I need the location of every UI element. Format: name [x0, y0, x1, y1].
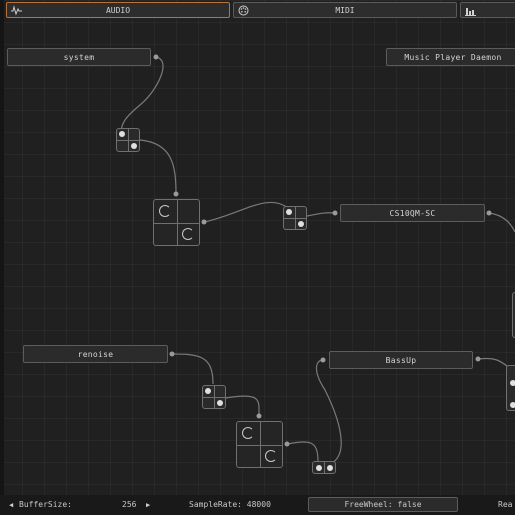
port-dot: [173, 191, 179, 197]
offscreen-node-2[interactable]: [506, 365, 515, 411]
gain-knob-icon[interactable]: [242, 427, 254, 439]
wire-renoise-to-splitter[interactable]: [171, 353, 214, 385]
client-bassup[interactable]: BassUp: [329, 351, 473, 369]
freewheel-button[interactable]: FreeWheel: false: [308, 497, 458, 512]
volume-mixer-node-2[interactable]: [236, 421, 283, 468]
port-out[interactable]: [217, 400, 223, 406]
client-cs10qm-sc[interactable]: CS10QM-SC: [340, 204, 485, 222]
freewheel-label: FreeWheel: false: [344, 500, 422, 509]
buffer-size-label: BufferSize:: [19, 500, 72, 509]
wire-merger-to-cs10qm[interactable]: [306, 212, 336, 217]
port-in[interactable]: [316, 465, 322, 471]
volume-mixer-node[interactable]: [153, 199, 200, 246]
port-dot: [153, 54, 159, 60]
divider: [259, 422, 261, 467]
client-bassup-label: BassUp: [385, 355, 417, 365]
gain-knob-icon[interactable]: [265, 450, 277, 462]
port-in[interactable]: [119, 131, 125, 137]
port-out[interactable]: [327, 465, 333, 471]
tab-graph[interactable]: [460, 2, 515, 18]
wire-system-to-splitter[interactable]: [120, 56, 164, 134]
wire-splitter-to-mixer1[interactable]: [139, 139, 177, 195]
tab-audio-label: AUDIO: [105, 5, 131, 15]
samplerate-label: SampleRate: 48000: [189, 500, 271, 509]
wire-mixer2-to-merger2[interactable]: [286, 441, 319, 463]
status-bar: ◀ BufferSize: 256 ▶ SampleRate: 48000 Fr…: [0, 495, 515, 515]
port-out[interactable]: [298, 221, 304, 227]
port-dot: [475, 356, 481, 362]
client-renoise-label: renoise: [77, 349, 114, 359]
buffer-size-value: 256: [122, 500, 137, 509]
wire-splitter2-to-mixer2[interactable]: [224, 395, 260, 417]
port-in[interactable]: [286, 209, 292, 215]
divider: [176, 200, 178, 245]
gain-knob-icon[interactable]: [159, 205, 171, 217]
buffer-increase-icon[interactable]: ▶: [146, 501, 150, 509]
port-dot: [256, 413, 262, 419]
waveform-icon: [11, 5, 22, 16]
port-dot: [201, 219, 207, 225]
client-system[interactable]: system: [7, 48, 151, 66]
port-dot: [332, 210, 338, 216]
buffer-decrease-icon[interactable]: ◀: [9, 501, 13, 509]
bar-chart-icon: [465, 8, 476, 16]
midi-connector-icon: [238, 5, 249, 16]
tab-audio[interactable]: AUDIO: [6, 2, 230, 18]
port-dot: [320, 357, 326, 363]
port[interactable]: [510, 380, 515, 386]
channel-splitter-node[interactable]: [116, 128, 140, 152]
wire-cs10qm-out[interactable]: [488, 212, 515, 233]
client-renoise[interactable]: renoise: [23, 345, 168, 363]
wire-merger2-to-bassup[interactable]: [315, 359, 342, 465]
patchbay-app: AUDIO MIDI system Music Player Daemon CS…: [0, 0, 515, 515]
client-mpd-label: Music Player Daemon: [404, 52, 502, 62]
tab-midi-label: MIDI: [335, 5, 355, 15]
client-system-label: system: [63, 52, 95, 62]
client-cs10qm-label: CS10QM-SC: [389, 208, 436, 218]
channel-splitter-node-2[interactable]: [202, 385, 226, 409]
wire-mixer1-to-merger[interactable]: [203, 201, 291, 223]
port-dot: [284, 441, 290, 447]
port-in[interactable]: [205, 388, 211, 394]
tab-midi[interactable]: MIDI: [233, 2, 457, 18]
port-dot: [486, 210, 492, 216]
port-dot: [169, 351, 175, 357]
port-out[interactable]: [131, 143, 137, 149]
gain-knob-icon[interactable]: [182, 228, 194, 240]
channel-merger-node[interactable]: [283, 206, 307, 230]
client-music-player-daemon[interactable]: Music Player Daemon: [386, 48, 515, 66]
port[interactable]: [510, 402, 515, 408]
channel-merger-node-2[interactable]: [312, 461, 336, 474]
realtime-label: Rea: [498, 500, 513, 509]
